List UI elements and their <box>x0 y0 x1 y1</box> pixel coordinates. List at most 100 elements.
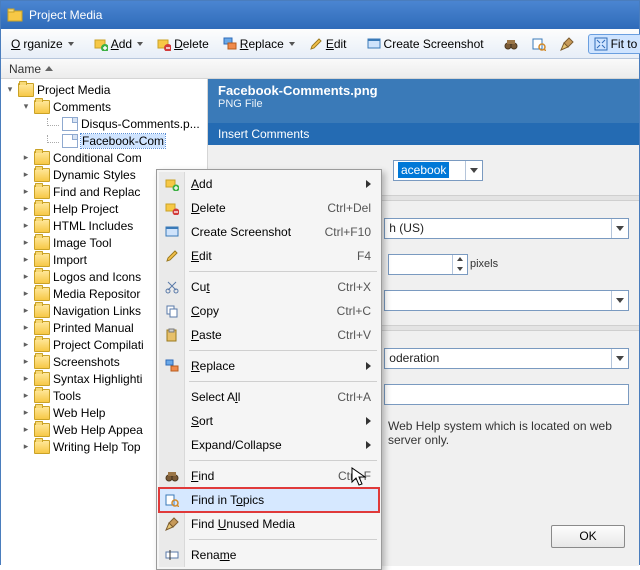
delete-icon <box>164 200 180 216</box>
fit-to-window-button[interactable]: Fit to Window <box>588 34 640 54</box>
shortcut: Ctrl+X <box>337 280 371 294</box>
column-header[interactable]: Name <box>1 59 639 79</box>
find-topics-button[interactable] <box>526 34 552 54</box>
broom-icon <box>164 516 180 532</box>
submenu-arrow-icon <box>366 441 371 449</box>
menu-expand-collapse[interactable]: Expand/Collapse <box>159 433 379 457</box>
menu-cut[interactable]: CutCut Ctrl+X <box>159 275 379 299</box>
moderation-combo[interactable]: oderation <box>384 348 629 369</box>
find-button[interactable] <box>498 34 524 54</box>
app-icon <box>7 7 23 23</box>
app-id-input[interactable] <box>384 384 629 405</box>
expand-icon[interactable] <box>21 255 31 265</box>
replace-button[interactable]: ReplaceReplace <box>217 34 301 54</box>
tree-item-facebook[interactable]: Facebook-Com <box>1 132 207 149</box>
tree-label: Find and Replac <box>53 185 140 199</box>
expand-icon[interactable] <box>21 238 31 248</box>
tree-folder[interactable]: Conditional Com <box>1 149 207 166</box>
create-screenshot-button[interactable]: Create Screenshot <box>361 34 490 54</box>
expand-icon[interactable] <box>21 408 31 418</box>
tree-label: Comments <box>53 100 111 114</box>
chevron-down-icon[interactable] <box>611 349 628 368</box>
expand-icon[interactable] <box>21 153 31 163</box>
find-topics-icon <box>532 37 546 51</box>
folder-icon <box>34 406 50 420</box>
add-button[interactable]: AddAdd <box>88 34 149 54</box>
combo-value: acebook <box>398 162 449 178</box>
shortcut: Ctrl+Del <box>327 201 371 215</box>
menu-find[interactable]: FindFind Ctrl+F <box>159 464 379 488</box>
menu-sort[interactable]: SortSort <box>159 409 379 433</box>
posts-combo[interactable] <box>384 290 629 311</box>
tree-label: Conditional Com <box>53 151 142 165</box>
expand-icon[interactable] <box>21 289 31 299</box>
expand-icon[interactable] <box>21 221 31 231</box>
chevron-down-icon[interactable] <box>611 291 628 310</box>
folder-icon <box>34 151 50 165</box>
unit-label: pixels <box>470 258 498 270</box>
menu-separator <box>189 539 377 540</box>
menu-copy[interactable]: CopyCopy Ctrl+C <box>159 299 379 323</box>
expand-icon[interactable] <box>21 272 31 282</box>
language-combo[interactable]: h (US) <box>384 218 629 239</box>
toolbar: OOrganize rganize AddAdd DeleteDelete Re… <box>1 29 639 59</box>
menu-rename[interactable]: RenameRename <box>159 543 379 567</box>
expand-icon[interactable] <box>21 187 31 197</box>
folder-icon <box>34 321 50 335</box>
tree-item-disqus[interactable]: Disqus-Comments.p... <box>1 115 207 132</box>
find-unused-button[interactable] <box>554 34 580 54</box>
organize-button[interactable]: OOrganize rganize <box>5 34 80 54</box>
provider-combo[interactable]: acebook <box>393 160 483 181</box>
chevron-down-icon <box>289 42 295 46</box>
folder-icon <box>34 372 50 386</box>
menu-add[interactable]: AddAdd <box>159 172 379 196</box>
chevron-down-icon[interactable] <box>465 161 482 180</box>
tree-root[interactable]: Project Media <box>1 81 207 98</box>
tree-line <box>47 135 59 143</box>
expand-icon[interactable] <box>21 442 31 452</box>
shortcut: Ctrl+C <box>337 304 371 318</box>
expand-icon[interactable] <box>21 374 31 384</box>
tree-label: Project Media <box>37 83 110 97</box>
chevron-down-icon[interactable] <box>611 219 628 238</box>
menu-create-screenshot[interactable]: Create Screenshot Ctrl+F10 <box>159 220 379 244</box>
expand-icon[interactable] <box>21 323 31 333</box>
spinner-buttons[interactable] <box>452 255 467 274</box>
chevron-down-icon <box>68 42 74 46</box>
expand-icon[interactable] <box>21 204 31 214</box>
delete-button[interactable]: DeleteDelete <box>151 34 215 54</box>
menu-separator <box>189 350 377 351</box>
expand-icon[interactable] <box>21 340 31 350</box>
find-topics-icon <box>164 492 180 508</box>
tree-line <box>47 118 59 126</box>
tree-folder-comments[interactable]: Comments <box>1 98 207 115</box>
menu-find-in-topics[interactable]: Find in TopicsFind in Topics <box>159 488 379 512</box>
expand-icon[interactable] <box>21 170 31 180</box>
menu-find-unused[interactable]: Find Unused MediaFind Unused Media <box>159 512 379 536</box>
expand-icon[interactable] <box>21 102 31 112</box>
tree-label: Web Help <box>53 406 105 420</box>
menu-select-all[interactable]: Select AllSelect All Ctrl+A <box>159 385 379 409</box>
expand-icon[interactable] <box>21 425 31 435</box>
menu-paste[interactable]: PastePaste Ctrl+V <box>159 323 379 347</box>
expand-icon[interactable] <box>21 357 31 367</box>
combo-value: h (US) <box>389 221 424 235</box>
tree-label: Media Repositor <box>53 287 140 301</box>
file-header: Facebook-Comments.png PNG File <box>208 79 639 123</box>
expand-icon[interactable] <box>5 85 15 95</box>
expand-icon[interactable] <box>21 391 31 401</box>
ok-button[interactable]: OK <box>551 525 625 548</box>
menu-edit[interactable]: EditEdit F4 <box>159 244 379 268</box>
width-spinner[interactable] <box>388 254 468 275</box>
edit-button[interactable]: EditEdit <box>303 34 353 54</box>
file-name: Facebook-Comments.png <box>218 83 629 98</box>
folder-icon <box>34 270 50 284</box>
organize-text: rganize <box>23 37 62 51</box>
folder-icon <box>34 253 50 267</box>
menu-replace[interactable]: ReplaceReplace <box>159 354 379 378</box>
expand-icon[interactable] <box>21 306 31 316</box>
tree-label: HTML Includes <box>53 219 133 233</box>
add-icon <box>94 37 108 51</box>
sort-asc-icon <box>45 66 53 71</box>
menu-delete[interactable]: DeleteDelete Ctrl+Del <box>159 196 379 220</box>
